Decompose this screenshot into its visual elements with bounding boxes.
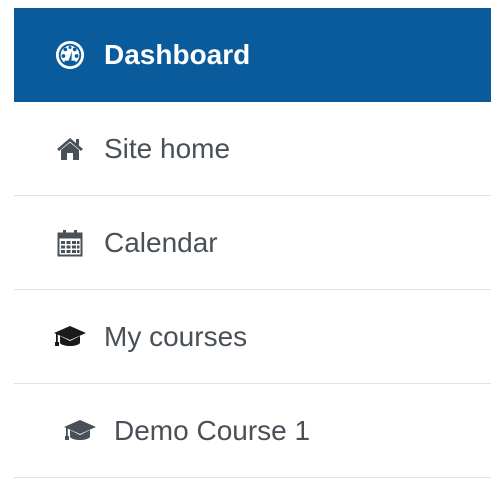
nav-item-label: Demo Course 1: [114, 414, 311, 446]
nav-item-label: Dashboard: [104, 38, 251, 70]
navigation-drawer: Dashboard Site home Calendar My courses …: [14, 8, 491, 478]
graduation-cap-icon: [52, 319, 88, 355]
nav-item-label: My courses: [104, 320, 248, 352]
nav-item-my-courses[interactable]: My courses: [14, 290, 491, 384]
nav-item-calendar[interactable]: Calendar: [14, 196, 491, 290]
nav-item-label: Calendar: [104, 226, 218, 258]
nav-item-demo-course-1[interactable]: Demo Course 1: [14, 384, 491, 478]
home-icon: [52, 131, 88, 167]
dashboard-icon: [52, 37, 88, 73]
nav-item-dashboard[interactable]: Dashboard: [14, 8, 491, 102]
nav-item-label: Site home: [104, 132, 231, 164]
nav-item-site-home[interactable]: Site home: [14, 102, 491, 196]
graduation-cap-icon: [62, 413, 98, 449]
calendar-icon: [52, 225, 88, 261]
